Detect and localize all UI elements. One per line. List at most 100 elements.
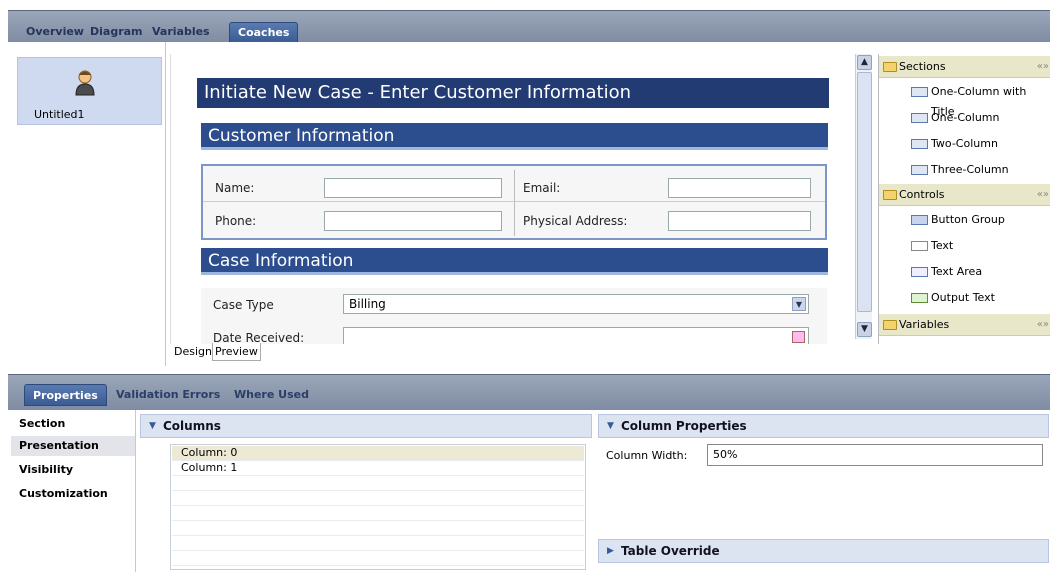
case-form: Case Type Billing ▼ Date Received: [201,288,827,344]
case-type-value: Billing [349,297,386,311]
list-item-empty [172,536,584,551]
palette: Sections «» One-Column with Title One-Co… [878,54,1050,344]
palette-controls-header[interactable]: Controls «» [879,184,1050,206]
name-label: Name: [215,181,255,195]
folder-icon [883,320,897,330]
output-text-icon [911,293,928,303]
coach-label: Untitled1 [34,108,85,121]
tab-design[interactable]: Design [172,343,214,361]
email-label: Email: [523,181,561,195]
expand-down-icon: ▼ [607,421,614,431]
collapse-icon[interactable]: «» [1037,56,1049,78]
text-field-icon [911,241,928,251]
section-icon [911,113,928,123]
date-received-input[interactable] [343,327,809,344]
palette-item-text[interactable]: Text [909,236,953,256]
scroll-thumb[interactable] [857,72,872,312]
nav-presentation[interactable]: Presentation [11,436,135,456]
scroll-up-icon[interactable]: ▲ [857,55,872,70]
variables-label: Variables [899,318,950,331]
column-width-label: Column Width: [606,449,688,462]
bottom-tab-bar: Properties Validation Errors Where Used [8,366,1050,410]
text-area-icon [911,267,928,277]
folder-icon [883,62,897,72]
user-icon [75,70,95,96]
tab-overview[interactable]: Overview [26,22,84,42]
column-properties-title: Column Properties [621,419,747,433]
tab-preview[interactable]: Preview [212,343,261,361]
name-input[interactable] [324,178,502,198]
scroll-down-icon[interactable]: ▼ [857,322,872,337]
item-label: Text Area [931,265,983,278]
list-item-empty [172,491,584,506]
tab-validation-errors[interactable]: Validation Errors [116,384,220,406]
palette-item-three-column[interactable]: Three-Column [909,160,1009,180]
list-item-empty [172,521,584,536]
list-item-empty [172,476,584,491]
phone-label: Phone: [215,214,257,228]
address-label: Physical Address: [523,214,628,228]
palette-item-output-text[interactable]: Output Text [909,288,995,308]
case-type-label: Case Type [213,298,274,312]
section-title-case: Case Information [201,248,828,275]
nav-section[interactable]: Section [11,414,135,434]
palette-variables-header[interactable]: Variables «» [879,314,1050,336]
section-icon [911,165,928,175]
palette-item-one-column[interactable]: One-Column [909,108,1000,128]
section-icon [911,87,928,97]
item-label: Text [931,239,954,252]
design-canvas: Initiate New Case - Enter Customer Infor… [170,54,850,344]
tab-diagram[interactable]: Diagram [90,22,143,42]
palette-item-text-area[interactable]: Text Area [909,262,982,282]
list-item[interactable]: Column: 0 [172,446,584,461]
address-input[interactable] [668,211,811,231]
coach-item[interactable]: Untitled1 [17,57,162,125]
columns-list: Column: 0 Column: 1 [170,444,586,570]
case-type-select[interactable]: Billing ▼ [343,294,809,314]
palette-item-button-group[interactable]: Button Group [909,210,1005,230]
palette-item-two-column[interactable]: Two-Column [909,134,998,154]
list-item-empty [172,551,584,566]
top-tab-bar: Overview Diagram Variables Coaches [8,0,1050,42]
item-label: Output Text [931,291,995,304]
palette-sections-header[interactable]: Sections «» [879,56,1050,78]
tab-properties[interactable]: Properties [24,384,107,406]
canvas-scrollbar[interactable]: ▲ ▼ [855,54,872,339]
nav-visibility[interactable]: Visibility [11,460,135,480]
sections-label: Sections [899,60,946,73]
page-title: Initiate New Case - Enter Customer Infor… [197,78,829,108]
item-label: Two-Column [931,137,998,150]
folder-icon [883,190,897,200]
properties-nav: Section Presentation Visibility Customiz… [8,410,136,572]
item-label: One-Column [931,111,1000,124]
collapse-icon[interactable]: «» [1037,314,1049,336]
columns-section-header[interactable]: ▼ Columns [140,414,592,438]
list-item[interactable]: Column: 1 [172,461,584,476]
expand-right-icon: ▶ [607,546,614,556]
customer-form: Name: Email: Phone: Physical Address: [201,164,827,240]
table-override-title: Table Override [621,544,720,558]
item-label: Button Group [931,213,1005,226]
controls-label: Controls [899,188,945,201]
palette-item-one-column-title[interactable]: One-Column with Title [909,82,1050,118]
table-override-header[interactable]: ▶ Table Override [598,539,1049,563]
column-properties-header[interactable]: ▼ Column Properties [598,414,1049,438]
section-title-customer: Customer Information [201,123,828,150]
coach-list: Untitled1 [8,42,166,366]
email-input[interactable] [668,178,811,198]
expand-down-icon: ▼ [149,421,156,431]
phone-input[interactable] [324,211,502,231]
collapse-icon[interactable]: «» [1037,184,1049,206]
list-item-empty [172,506,584,521]
tab-coaches[interactable]: Coaches [229,22,299,42]
chevron-down-icon[interactable]: ▼ [792,297,806,311]
section-icon [911,139,928,149]
nav-customization[interactable]: Customization [11,484,135,504]
columns-title: Columns [163,419,221,433]
item-label: Three-Column [931,163,1009,176]
tab-variables[interactable]: Variables [152,22,210,42]
column-width-input[interactable]: 50% [707,444,1043,466]
button-icon [911,215,928,225]
calendar-icon[interactable] [792,331,805,343]
tab-where-used[interactable]: Where Used [234,384,309,406]
